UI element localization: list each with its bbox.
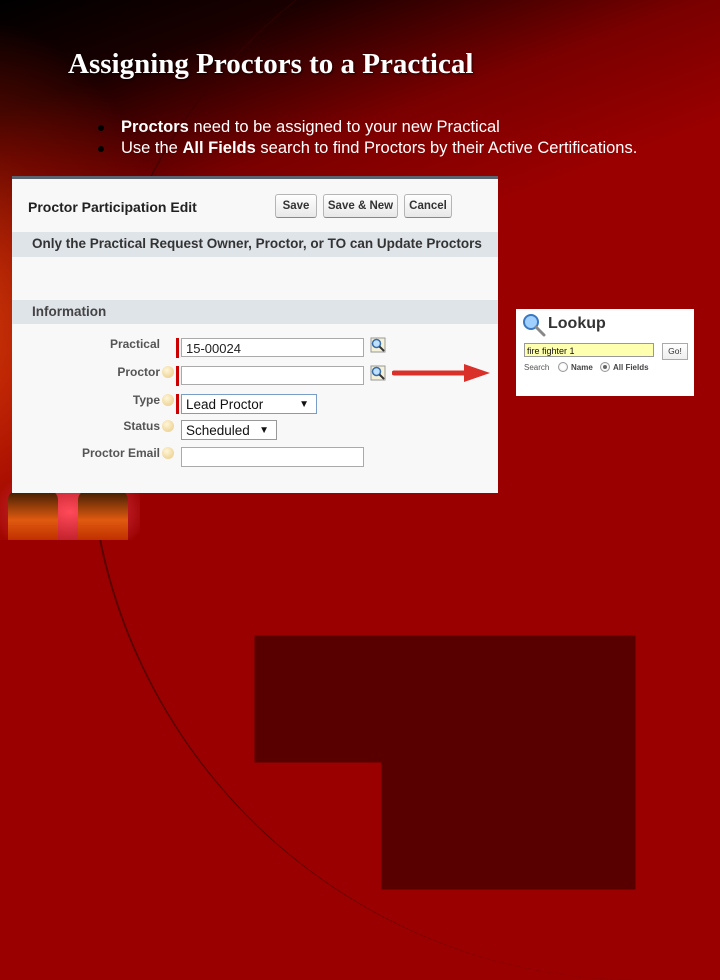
notice-text: Only the Practical Request Owner, Procto… [32,236,482,251]
proctor-input[interactable] [181,366,364,385]
field-status: Status Scheduled ▼ [12,419,498,441]
field-label: Proctor [117,365,160,379]
form-header: Proctor Participation Edit Save Save & N… [12,179,498,232]
lookup-title: Lookup [548,315,606,332]
practical-input[interactable]: 15-00024 [181,338,364,357]
go-button[interactable]: Go! [662,343,688,360]
radio-label-name: Name [571,363,593,372]
bullet-item: Use the All Fields search to find Procto… [88,138,637,159]
bullet-bold: Proctors [121,118,189,136]
dropdown-arrow-icon: ▼ [299,399,309,410]
help-icon[interactable] [162,420,174,432]
magnifier-icon [523,314,546,337]
lookup-dialog-screenshot: Lookup fire fighter 1 Go! Search Name Al… [516,309,694,396]
form-title: Proctor Participation Edit [28,199,197,215]
bullet-dot [98,146,104,152]
bullet-item: Proctors need to be assigned to your new… [88,117,637,138]
edit-form-screenshot: Proctor Participation Edit Save Save & N… [12,176,498,493]
slide-title: Assigning Proctors to a Practical [68,48,474,80]
decorative-boot [78,490,128,540]
select-value: Lead Proctor [186,397,264,412]
status-select[interactable]: Scheduled ▼ [181,420,277,440]
cancel-button[interactable]: Cancel [404,194,452,218]
section-title: Information [32,304,107,319]
help-icon[interactable] [162,366,174,378]
proctor-email-input[interactable] [181,447,364,467]
select-value: Scheduled [186,423,250,438]
field-label: Type [132,393,160,407]
bullet-text: need to be assigned to your new Practica… [188,118,500,136]
decorative-boot [8,490,58,540]
field-label: Proctor Email [81,446,160,460]
pointer-arrow [392,364,490,382]
bullet-bold: All Fields [182,139,256,157]
required-marker [176,366,179,386]
bullet-list: Proctors need to be assigned to your new… [88,117,637,159]
required-marker [176,338,179,358]
lookup-search-input[interactable]: fire fighter 1 [524,343,654,357]
field-label: Status [123,419,160,433]
dropdown-arrow-icon: ▼ [259,425,269,436]
bullet-dot [98,125,104,131]
bullet-text: search to find Proctors by their Active … [255,139,638,157]
lookup-icon[interactable] [370,365,386,381]
type-select[interactable]: Lead Proctor ▼ [181,394,317,414]
field-label: Practical [109,337,160,351]
required-marker [176,394,179,414]
help-icon[interactable] [162,447,174,459]
help-icon[interactable] [162,394,174,406]
search-label: Search [524,363,550,372]
field-type: Type Lead Proctor ▼ [12,393,498,415]
bullet-text: Use the [121,139,183,157]
section-header: Information [12,300,498,324]
radio-name[interactable] [558,362,568,372]
field-practical: Practical 15-00024 [12,337,498,359]
permission-notice: Only the Practical Request Owner, Procto… [12,232,498,257]
field-proctor-email: Proctor Email [12,446,498,468]
save-button[interactable]: Save [275,194,317,218]
radio-all-fields[interactable] [600,362,610,372]
radio-label-all-fields: All Fields [613,363,649,372]
save-and-new-button[interactable]: Save & New [323,194,398,218]
lookup-icon[interactable] [370,337,386,353]
